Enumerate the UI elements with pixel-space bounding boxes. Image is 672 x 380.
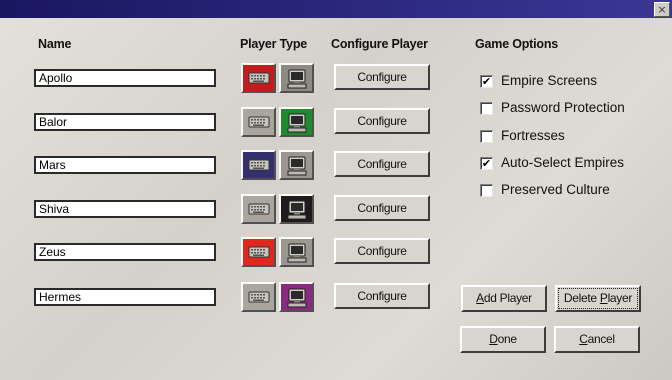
configure-player-header: Configure Player — [331, 37, 428, 51]
human-player-toggle[interactable] — [241, 237, 276, 267]
keyboard-icon — [248, 246, 270, 258]
done-label: one — [497, 332, 517, 346]
focus-ring: Delete Player — [558, 288, 638, 309]
keyboard-icon — [248, 203, 270, 215]
game-option-label: Preserved Culture — [501, 182, 610, 197]
computer-player-toggle[interactable] — [279, 237, 314, 267]
computer-icon — [287, 69, 307, 89]
configure-button[interactable]: Configure — [334, 108, 430, 134]
game-option-label: Password Protection — [501, 100, 625, 115]
player-name-field[interactable]: Shiva — [34, 200, 216, 218]
game-option-label: Empire Screens — [501, 73, 598, 88]
computer-icon — [287, 113, 307, 133]
configure-button[interactable]: Configure — [334, 238, 430, 264]
delete-player-button[interactable]: Delete Player — [555, 285, 641, 312]
configure-players-dialog: × Name Player Type Configure Player Game… — [0, 0, 672, 380]
human-player-toggle[interactable] — [241, 150, 276, 180]
computer-player-toggle[interactable] — [279, 150, 314, 180]
player-type-header: Player Type — [240, 37, 308, 51]
checkbox[interactable] — [480, 130, 493, 143]
player-name-field[interactable]: Apollo — [34, 69, 216, 87]
keyboard-icon — [248, 159, 270, 171]
game-options-header: Game Options — [475, 37, 559, 51]
keyboard-icon — [248, 116, 270, 128]
game-option-label: Auto-Select Empires — [501, 155, 625, 170]
cancel-label: ancel — [587, 332, 616, 346]
cancel-button[interactable]: Cancel — [554, 326, 640, 353]
game-option-label: Fortresses — [501, 128, 565, 143]
cancel-hotkey: C — [579, 332, 588, 346]
checkbox[interactable]: ✔ — [480, 75, 493, 88]
configure-button[interactable]: Configure — [334, 151, 430, 177]
add-player-label: dd Player — [483, 291, 532, 305]
checkbox[interactable]: ✔ — [480, 157, 493, 170]
delete-player-hotkey: P — [599, 291, 608, 305]
delete-player-label: layer — [607, 291, 633, 305]
name-header: Name — [38, 37, 72, 51]
done-button[interactable]: Done — [460, 326, 546, 353]
add-player-hotkey: A — [476, 291, 484, 305]
configure-button[interactable]: Configure — [334, 64, 430, 90]
computer-icon — [287, 200, 307, 220]
computer-icon — [287, 243, 307, 263]
player-name-field[interactable]: Mars — [34, 156, 216, 174]
computer-player-toggle[interactable] — [279, 107, 314, 137]
checkbox[interactable] — [480, 184, 493, 197]
add-player-button[interactable]: Add Player — [461, 285, 547, 312]
player-name-field[interactable]: Hermes — [34, 288, 216, 306]
checkbox[interactable] — [480, 102, 493, 115]
human-player-toggle[interactable] — [241, 63, 276, 93]
computer-player-toggle[interactable] — [279, 63, 314, 93]
player-name-field[interactable]: Balor — [34, 113, 216, 131]
title-bar — [0, 0, 672, 18]
computer-icon — [287, 288, 307, 308]
computer-player-toggle[interactable] — [279, 282, 314, 312]
done-hotkey: D — [489, 332, 498, 346]
configure-button[interactable]: Configure — [334, 195, 430, 221]
close-button[interactable]: × — [654, 2, 670, 17]
human-player-toggle[interactable] — [241, 282, 276, 312]
human-player-toggle[interactable] — [241, 107, 276, 137]
keyboard-icon — [248, 72, 270, 84]
computer-player-toggle[interactable] — [279, 194, 314, 224]
player-name-field[interactable]: Zeus — [34, 243, 216, 261]
configure-button[interactable]: Configure — [334, 283, 430, 309]
delete-player-label-pre: Delete — [563, 291, 600, 305]
computer-icon — [287, 156, 307, 176]
keyboard-icon — [248, 291, 270, 303]
human-player-toggle[interactable] — [241, 194, 276, 224]
